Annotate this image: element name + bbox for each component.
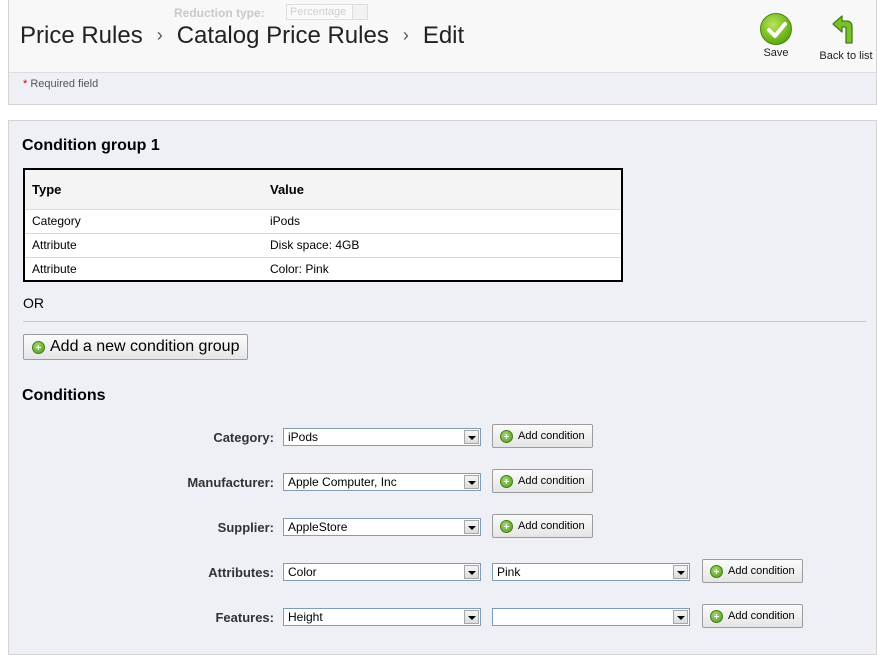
- breadcrumb-price-rules[interactable]: Price Rules: [20, 22, 143, 49]
- supplier-select[interactable]: AppleStore: [283, 518, 481, 536]
- cell-type: Attribute: [24, 256, 263, 281]
- attribute-value-select-value: Pink: [497, 565, 521, 579]
- cell-value: Disk space: 4GB: [263, 232, 622, 257]
- table-row: Attribute Disk space: 4GB: [24, 232, 622, 257]
- breadcrumb-edit: Edit: [422, 22, 465, 49]
- manufacturer-select-value: Apple Computer, Inc: [288, 475, 397, 489]
- add-condition-group-button[interactable]: Add a new condition group: [23, 334, 249, 360]
- table-row: Category iPods: [24, 208, 622, 233]
- dropdown-arrow-icon[interactable]: [673, 565, 688, 579]
- dropdown-arrow-icon[interactable]: [464, 610, 479, 624]
- condition-row-supplier: Supplier: AppleStore Add condition: [9, 514, 877, 540]
- plus-circle-icon: [500, 429, 513, 443]
- attribute-value-select[interactable]: Pink: [492, 563, 690, 581]
- divider: [23, 321, 866, 322]
- add-condition-group-label: Add a new condition group: [50, 338, 240, 355]
- cell-value: Color: Pink: [263, 256, 622, 281]
- column-header-value: Value: [263, 169, 622, 210]
- required-field-text: Required field: [30, 78, 99, 90]
- cell-value: iPods: [263, 208, 622, 233]
- manufacturer-select[interactable]: Apple Computer, Inc: [283, 473, 481, 491]
- add-condition-label: Add condition: [728, 610, 795, 622]
- back-arrow-icon: [832, 15, 853, 44]
- condition-group-title: Condition group 1: [22, 137, 160, 154]
- category-select-value: iPods: [288, 430, 319, 444]
- dropdown-arrow-icon[interactable]: [464, 475, 479, 489]
- table-row: Attribute Color: Pink: [24, 256, 622, 281]
- breadcrumb-separator-icon: ›: [402, 25, 409, 45]
- breadcrumb: Price Rules › Catalog Price Rules › Edit: [20, 22, 464, 50]
- add-condition-label: Add condition: [518, 520, 585, 532]
- attributes-label: Attributes:: [208, 565, 274, 580]
- conditions-panel: Condition group 1 Type Value Category iP…: [8, 120, 877, 655]
- supplier-select-value: AppleStore: [288, 520, 348, 534]
- supplier-label: Supplier:: [217, 520, 274, 535]
- dropdown-arrow-icon[interactable]: [673, 610, 688, 624]
- add-condition-label: Add condition: [518, 475, 585, 487]
- attribute-group-select-value: Color: [288, 565, 317, 579]
- add-supplier-condition-button[interactable]: Add condition: [492, 514, 593, 538]
- column-header-type: Type: [24, 169, 263, 210]
- save-button[interactable]: Save: [753, 13, 799, 59]
- breadcrumb-catalog-price-rules[interactable]: Catalog Price Rules: [177, 22, 389, 49]
- reduction-type-label-faded: Reduction type:: [174, 6, 265, 20]
- dropdown-arrow-icon[interactable]: [464, 520, 479, 534]
- page-header: Reduction type: Percentage Price Rules › C…: [8, 0, 877, 105]
- add-condition-label: Add condition: [728, 565, 795, 577]
- plus-circle-icon: [500, 474, 513, 488]
- condition-row-features: Features: Height Add condition: [9, 604, 877, 630]
- condition-row-manufacturer: Manufacturer: Apple Computer, Inc Add co…: [9, 469, 877, 495]
- conditions-section-title: Conditions: [22, 387, 106, 404]
- condition-row-attributes: Attributes: Color Pink Add condition: [9, 559, 877, 585]
- cell-type: Attribute: [24, 232, 263, 257]
- required-star: *: [23, 78, 28, 90]
- save-label: Save: [763, 47, 789, 59]
- category-select[interactable]: iPods: [283, 428, 481, 446]
- back-to-list-button[interactable]: Back to list: [811, 13, 877, 62]
- condition-row-category: Category: iPods Add condition: [9, 424, 877, 450]
- plus-circle-icon: [500, 519, 513, 533]
- add-condition-label: Add condition: [518, 430, 585, 442]
- feature-value-select[interactable]: [492, 608, 690, 626]
- manufacturer-label: Manufacturer:: [187, 475, 274, 490]
- add-manufacturer-condition-button[interactable]: Add condition: [492, 469, 593, 493]
- add-category-condition-button[interactable]: Add condition: [492, 424, 593, 448]
- add-feature-condition-button[interactable]: Add condition: [702, 604, 803, 628]
- back-to-list-label: Back to list: [819, 50, 873, 62]
- table-header-row: Type Value: [24, 169, 622, 210]
- reduction-type-select-faded: Percentage: [286, 4, 368, 20]
- checkmark-icon: [760, 13, 792, 45]
- feature-select[interactable]: Height: [283, 608, 481, 626]
- feature-select-value: Height: [288, 610, 323, 624]
- plus-circle-icon: [32, 340, 45, 354]
- header-info-bar: [9, 72, 876, 104]
- plus-circle-icon: [710, 609, 723, 623]
- or-separator-label: OR: [23, 295, 44, 311]
- cell-type: Category: [24, 208, 263, 233]
- dropdown-arrow-icon[interactable]: [464, 430, 479, 444]
- category-label: Category:: [213, 430, 274, 445]
- dropdown-arrow-icon[interactable]: [464, 565, 479, 579]
- features-label: Features:: [215, 610, 274, 625]
- required-field-note: * Required field: [23, 78, 98, 90]
- attribute-group-select[interactable]: Color: [283, 563, 481, 581]
- condition-group-table: Type Value Category iPods Attribute Disk…: [23, 168, 623, 282]
- plus-circle-icon: [710, 564, 723, 578]
- breadcrumb-separator-icon: ›: [156, 25, 163, 45]
- add-attribute-condition-button[interactable]: Add condition: [702, 559, 803, 583]
